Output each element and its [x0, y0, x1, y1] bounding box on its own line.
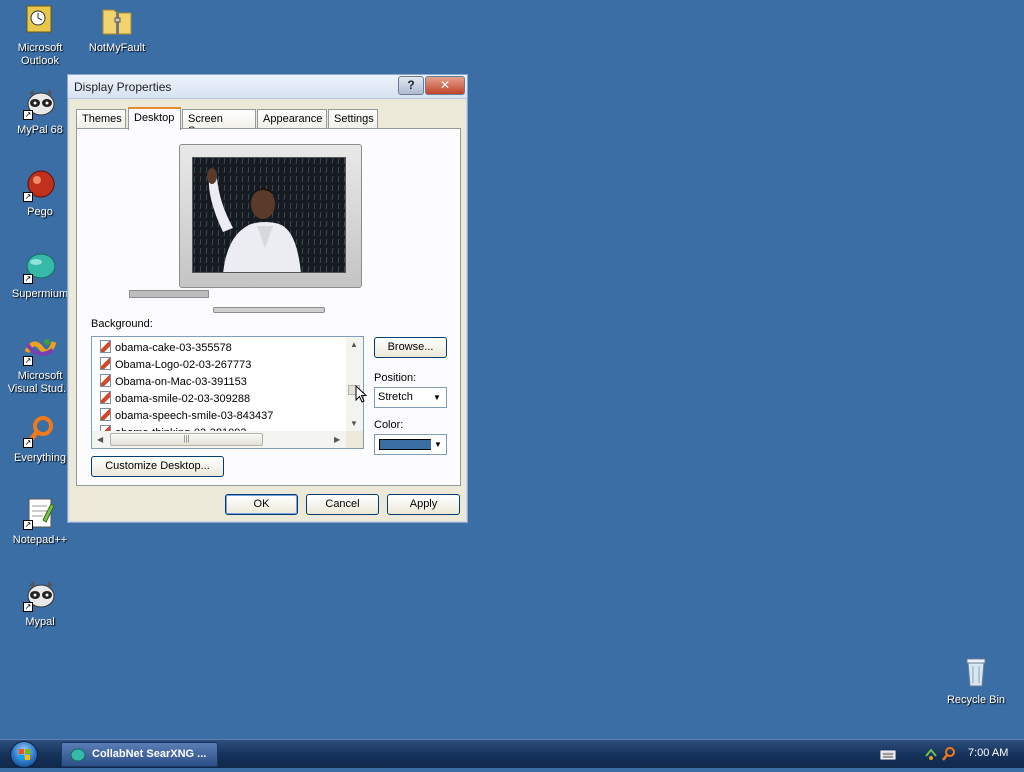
image-file-icon [100, 357, 111, 370]
position-select[interactable]: Stretch ▼ [374, 387, 447, 408]
dialog-title: Display Properties [74, 80, 172, 94]
tab-screen-saver[interactable]: Screen Saver [182, 109, 256, 137]
magnifier-icon: ↗ [23, 414, 57, 448]
clock[interactable]: 7:00 AM [968, 747, 1008, 759]
desktop-icon-notmyfault[interactable]: NotMyFault [79, 4, 155, 55]
customize-desktop-button[interactable]: Customize Desktop... [91, 456, 224, 477]
background-listbox[interactable]: obama-cake-03-355578 Obama-Logo-02-03-26… [91, 336, 364, 449]
scroll-up-icon[interactable]: ▲ [350, 340, 358, 349]
browse-button[interactable]: Browse... [374, 337, 447, 358]
notepadpp-icon: ↗ [23, 496, 57, 530]
keyboard-icon[interactable] [880, 749, 896, 761]
horizontal-scrollbar[interactable]: ◀ ||| ▶ [92, 431, 348, 448]
taskbar-item-collabnet[interactable]: CollabNet SearXNG ... [61, 742, 218, 767]
shortcut-arrow-icon: ↗ [23, 356, 33, 366]
tab-themes[interactable]: Themes [76, 109, 126, 129]
pego-icon: ↗ [23, 168, 57, 202]
monitor-base [213, 307, 325, 313]
start-button[interactable] [10, 741, 38, 768]
list-item[interactable]: obama-smile-02-03-309288 [100, 391, 250, 408]
monitor-stand [129, 290, 209, 298]
list-item[interactable]: Obama-on-Mac-03-391153 [100, 374, 247, 391]
desktop-icon-recycle-bin[interactable]: Recycle Bin [938, 656, 1014, 707]
image-file-icon [100, 340, 111, 353]
supermium-icon: ↗ [23, 250, 57, 284]
background-label: Background: [91, 318, 153, 330]
zip-folder-icon [100, 4, 134, 38]
desktop-icon-outlook[interactable]: Microsoft Outlook [2, 4, 78, 68]
dialog-titlebar[interactable]: Display Properties ? ✕ [68, 75, 467, 99]
taskbar-item-label: CollabNet SearXNG ... [92, 748, 207, 760]
list-item[interactable]: Obama-Logo-02-03-267773 [100, 357, 251, 374]
wallpaper-preview [192, 157, 346, 273]
raccoon-icon: ↗ [23, 578, 57, 612]
chevron-down-icon[interactable]: ▼ [431, 437, 445, 452]
network-icon[interactable] [924, 746, 938, 762]
shortcut-arrow-icon: ↗ [23, 192, 33, 202]
supermium-icon [70, 748, 86, 762]
magnifier-icon[interactable] [942, 746, 956, 762]
list-item[interactable]: obama-speech-smile-03-843437 [100, 408, 273, 425]
desktop-icon-mypal[interactable]: ↗ Mypal [2, 578, 78, 629]
horizontal-scroll-thumb[interactable]: ||| [110, 433, 263, 446]
mouse-cursor-icon [355, 385, 367, 403]
list-item[interactable]: obama-cake-03-355578 [100, 340, 232, 357]
scroll-right-icon[interactable]: ▶ [334, 435, 340, 444]
desktop-icon-label: Microsoft Outlook [17, 42, 63, 67]
tab-settings[interactable]: Settings [328, 109, 378, 129]
scroll-down-icon[interactable]: ▼ [350, 419, 358, 428]
visual-studio-icon: ↗ [23, 332, 57, 366]
shortcut-arrow-icon: ↗ [23, 602, 33, 612]
ok-button[interactable]: OK [225, 494, 298, 515]
scroll-left-icon[interactable]: ◀ [97, 435, 103, 444]
shortcut-arrow-icon: ↗ [23, 110, 33, 120]
color-swatch [379, 439, 433, 450]
desktop-icon-label: Mypal [25, 616, 55, 628]
image-file-icon [100, 408, 111, 421]
recycle-bin-icon [959, 656, 993, 690]
desktop-icon-label: Notepad++ [12, 534, 68, 546]
desktop-icon-label: NotMyFault [88, 42, 146, 54]
cancel-button[interactable]: Cancel [306, 494, 379, 515]
raccoon-icon: ↗ [23, 86, 57, 120]
position-value: Stretch [378, 391, 413, 403]
taskbar: CollabNet SearXNG ... 7:00 AM [0, 739, 1024, 768]
chevron-down-icon[interactable]: ▼ [430, 390, 444, 405]
desktop-tab-panel: Background: obama-cake-03-355578 Obama-L… [76, 128, 461, 486]
position-label: Position: [374, 372, 417, 384]
scrollbar-corner [346, 431, 363, 448]
shortcut-arrow-icon: ↗ [23, 520, 33, 530]
close-button[interactable]: ✕ [425, 76, 465, 95]
desktop-icon-label: Recycle Bin [946, 694, 1006, 706]
color-label: Color: [374, 419, 404, 431]
display-properties-dialog: Display Properties ? ✕ Themes Desktop Sc… [67, 74, 468, 523]
shortcut-arrow-icon: ↗ [23, 438, 33, 448]
color-picker-button[interactable]: ▼ [374, 434, 447, 455]
tab-appearance[interactable]: Appearance [257, 109, 327, 129]
windows-logo-icon [19, 749, 30, 760]
monitor-preview [179, 144, 362, 288]
image-file-icon [100, 374, 111, 387]
image-file-icon [100, 391, 111, 404]
shortcut-arrow-icon: ↗ [23, 274, 33, 284]
apply-button[interactable]: Apply [387, 494, 460, 515]
help-button[interactable]: ? [398, 76, 424, 95]
tab-desktop[interactable]: Desktop [128, 107, 181, 130]
outlook-icon [23, 4, 57, 38]
